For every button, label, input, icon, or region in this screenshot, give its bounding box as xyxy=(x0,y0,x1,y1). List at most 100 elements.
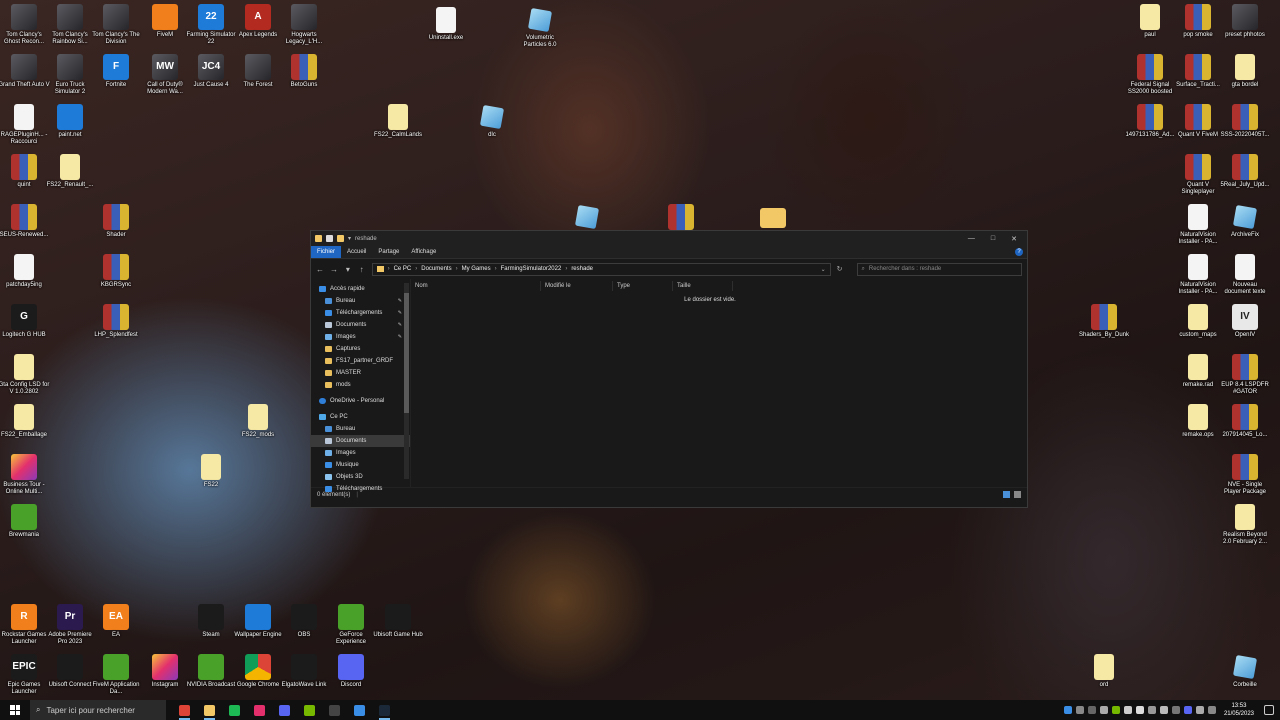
taskbar-app-ubisoft[interactable] xyxy=(347,700,372,720)
desktop-icon-remake-ops[interactable]: remake.ops xyxy=(1172,402,1224,460)
tray-app-icon[interactable] xyxy=(1075,706,1084,714)
taskbar-app-steam[interactable] xyxy=(372,700,397,720)
desktop-icon-fs22-calmlands[interactable]: FS22_CalmLands xyxy=(372,102,424,160)
properties-icon[interactable] xyxy=(326,235,333,242)
desktop-icon-instagram[interactable]: Instagram xyxy=(139,652,191,700)
forward-arrow-icon[interactable]: → xyxy=(330,265,338,274)
breadcrumb-farmingsimulator2022[interactable]: FarmingSimulator2022 xyxy=(501,266,562,272)
title-bar[interactable]: ▾ reshade — □ ✕ xyxy=(311,231,1027,246)
nav-item-images[interactable]: Images ✎ xyxy=(311,331,410,343)
desktop-icon-volumetric-particles-6-0[interactable]: Volumetric Particles 6.0 xyxy=(514,5,566,63)
back-arrow-icon[interactable]: ← xyxy=(316,265,324,274)
column-modifie-le[interactable]: Modifié le xyxy=(541,281,613,291)
file-explorer-window[interactable]: ▾ reshade — □ ✕ Fichier Accueil Partage … xyxy=(310,230,1028,508)
nav-item-musique[interactable]: Musique xyxy=(311,459,410,471)
taskbar-app-spotify[interactable] xyxy=(222,700,247,720)
taskbar-app-nvidia[interactable] xyxy=(297,700,322,720)
desktop-icon-shaders-by-dunk[interactable]: Shaders_By_Dunk xyxy=(1078,302,1130,360)
up-arrow-icon[interactable]: ↑ xyxy=(358,265,366,274)
tab-partage[interactable]: Partage xyxy=(372,246,405,258)
nav-item-onedrive-personal[interactable]: OneDrive - Personal xyxy=(311,395,410,407)
notification-icon[interactable] xyxy=(1264,705,1274,715)
taskbar-app-steam-chat[interactable] xyxy=(272,700,297,720)
tab-fichier[interactable]: Fichier xyxy=(311,246,342,258)
tray-app-icon[interactable] xyxy=(1195,706,1204,714)
large-icons-view-icon[interactable] xyxy=(1014,491,1021,498)
search-input[interactable]: ⌕ Rechercher dans : reshade xyxy=(856,262,1023,276)
desktop-icon-fortnite[interactable]: F Fortnite xyxy=(90,52,142,110)
help-icon[interactable]: ? xyxy=(1015,248,1023,256)
network-icon[interactable] xyxy=(1123,706,1132,714)
nav-item-t-l-chargements[interactable]: Téléchargements xyxy=(311,483,410,495)
nav-item-documents[interactable]: Documents xyxy=(311,435,410,447)
maximize-button[interactable]: □ xyxy=(991,235,995,243)
nav-scrollbar[interactable] xyxy=(404,283,409,479)
tab-affichage[interactable]: Affichage xyxy=(405,246,442,258)
desktop-icon-epic-games-launcher[interactable]: EPIC Epic Games Launcher xyxy=(0,652,50,700)
tray-app-icon[interactable] xyxy=(1207,706,1216,714)
taskbar-app-chrome[interactable] xyxy=(172,700,197,720)
path-breadcrumb[interactable]: › Ce PC › Documents › My Games › Farming… xyxy=(371,262,831,276)
nav-item-images[interactable]: Images xyxy=(311,447,410,459)
onedrive-icon[interactable] xyxy=(1063,706,1072,714)
desktop-icon-the-forest[interactable]: The Forest xyxy=(232,52,284,110)
quick-access-dropdown-icon[interactable]: ▾ xyxy=(348,235,351,242)
desktop-icon-dlc[interactable]: dlc xyxy=(466,102,518,160)
tray-app-icon[interactable] xyxy=(1087,706,1096,714)
tray-app-icon[interactable] xyxy=(1099,706,1108,714)
path-dropdown-icon[interactable]: ⌄ xyxy=(821,266,826,273)
nav-item-mods[interactable]: mods xyxy=(311,379,410,391)
desktop-icon-just-cause-4[interactable]: JC4 Just Cause 4 xyxy=(185,52,237,110)
desktop-icon-ord[interactable]: ord xyxy=(1078,652,1130,700)
taskbar-search[interactable]: ⌕ Taper ici pour rechercher xyxy=(30,700,166,720)
column-nom[interactable]: Nom xyxy=(411,281,541,291)
nav-item-t-l-chargements[interactable]: Téléchargements ✎ xyxy=(311,307,410,319)
taskbar-app-file-explorer[interactable] xyxy=(197,700,222,720)
column-type[interactable]: Type xyxy=(613,281,673,291)
desktop-icon-elgatowave-link[interactable]: ElgatoWave Link xyxy=(278,652,330,700)
volume-icon[interactable] xyxy=(1135,706,1144,714)
desktop-icon-call-of-duty-modern-wa[interactable]: MW Call of Duty® Modern Wa... xyxy=(139,52,191,110)
language-icon[interactable] xyxy=(1159,706,1168,714)
breadcrumb-reshade[interactable]: reshade xyxy=(571,266,593,272)
desktop-icon-ubisoft-game-hub[interactable]: Ubisoft Game Hub xyxy=(372,602,424,660)
nav-item-acc-s-rapide[interactable]: Accès rapide xyxy=(311,283,410,295)
nav-item-objets-3d[interactable]: Objets 3D xyxy=(311,471,410,483)
desktop-icon-lhp-splendfest[interactable]: LHP_Splendfest xyxy=(90,302,142,360)
nvidia-tray-icon[interactable] xyxy=(1111,706,1120,714)
desktop-icon-realism-beyond-2-0-february-2[interactable]: Realism Beyond 2.0 February 2... xyxy=(1219,502,1271,560)
desktop-icon-corbeille[interactable]: Corbeille xyxy=(1219,652,1271,700)
desktop-icon-nvidia-broadcast[interactable]: NVIDIA Broadcast xyxy=(185,652,237,700)
desktop-icon-discord[interactable]: Discord xyxy=(325,652,377,700)
nav-item-ce-pc[interactable]: Ce PC xyxy=(311,411,410,423)
details-view-icon[interactable] xyxy=(1003,491,1010,498)
clock[interactable]: 13:53 21/05/2023 xyxy=(1224,702,1254,718)
desktop-icon-1497131786-ad[interactable]: 1497131786_Ad... xyxy=(1124,102,1176,160)
nav-scrollbar-thumb[interactable] xyxy=(404,293,409,413)
desktop-icon-google-chrome[interactable]: Google Chrome xyxy=(232,652,284,700)
tray-app-icon[interactable] xyxy=(1171,706,1180,714)
nav-item-documents[interactable]: Documents ✎ xyxy=(311,319,410,331)
tray-app-icon[interactable] xyxy=(1147,706,1156,714)
file-list[interactable]: Nom Modifié le Type Taille Le dossier es… xyxy=(411,279,1027,487)
desktop-icon-fs22[interactable]: FS22 xyxy=(185,452,237,510)
recent-locations-icon[interactable]: ▾ xyxy=(344,265,352,274)
breadcrumb-ce-pc[interactable]: Ce PC xyxy=(394,266,412,272)
desktop-icon-fs22-mods[interactable]: FS22_mods xyxy=(232,402,284,460)
refresh-icon[interactable]: ↻ xyxy=(837,265,843,273)
taskbar-app-instagram[interactable] xyxy=(247,700,272,720)
nav-item-bureau[interactable]: Bureau xyxy=(311,423,410,435)
desktop-icon-brewmania[interactable]: Brewmania xyxy=(0,502,50,560)
breadcrumb-documents[interactable]: Documents xyxy=(421,266,451,272)
desktop-icon-fivem-application-da[interactable]: FiveM Application Da... xyxy=(90,652,142,700)
nav-item-master[interactable]: MASTER xyxy=(311,367,410,379)
desktop-icon-uninstall-exe[interactable]: Uninstall.exe xyxy=(420,5,472,63)
nav-item-fs17-partner-grdf[interactable]: FS17_partner_GRDF xyxy=(311,355,410,367)
minimize-button[interactable]: — xyxy=(968,235,975,243)
tab-accueil[interactable]: Accueil xyxy=(341,246,372,258)
nav-item-captures[interactable]: Captures xyxy=(311,343,410,355)
taskbar-app-obs[interactable] xyxy=(322,700,347,720)
desktop-icon-ubisoft-connect[interactable]: Ubisoft Connect xyxy=(44,652,96,700)
breadcrumb-my-games[interactable]: My Games xyxy=(462,266,491,272)
column-taille[interactable]: Taille xyxy=(673,281,733,291)
